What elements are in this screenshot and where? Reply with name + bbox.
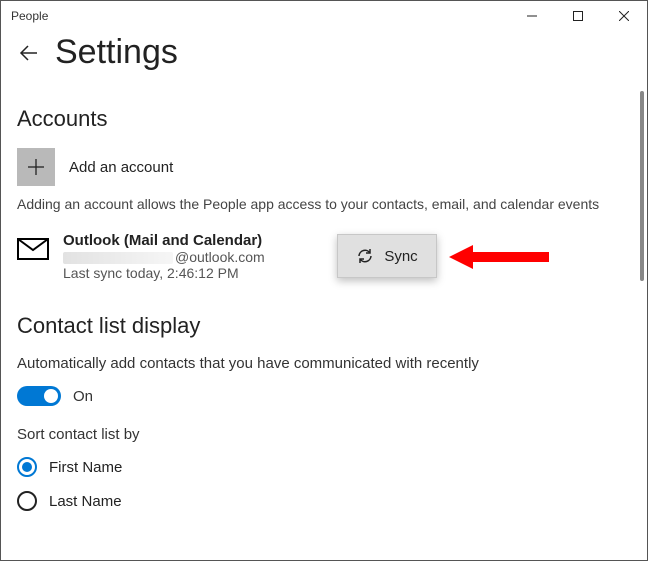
content-area: Accounts Add an account Adding an accoun… [1, 106, 647, 527]
page-header: Settings [1, 31, 647, 84]
auto-add-toggle-row: On [17, 386, 631, 406]
maximize-icon [573, 11, 583, 21]
close-icon [619, 11, 629, 21]
app-title: People [11, 9, 48, 23]
account-email: @outlook.com [63, 249, 265, 265]
account-details: Outlook (Mail and Calendar) @outlook.com… [63, 232, 265, 281]
add-account-button[interactable]: Add an account [17, 148, 631, 186]
mail-icon [17, 238, 49, 265]
toggle-label: On [73, 388, 93, 405]
radio-label: Last Name [49, 493, 122, 510]
redacted-email-user [63, 252, 173, 264]
maximize-button[interactable] [555, 1, 601, 31]
account-name: Outlook (Mail and Calendar) [63, 232, 265, 249]
plus-icon [27, 158, 45, 176]
auto-add-toggle[interactable] [17, 386, 61, 406]
arrow-left-icon [18, 42, 40, 64]
window-controls [509, 1, 647, 31]
title-bar: People [1, 1, 647, 31]
add-account-label: Add an account [69, 159, 173, 176]
toggle-knob [44, 389, 58, 403]
sort-label: Sort contact list by [17, 426, 631, 443]
auto-add-description: Automatically add contacts that you have… [17, 355, 631, 372]
radio-last-name[interactable]: Last Name [17, 491, 631, 511]
close-button[interactable] [601, 1, 647, 31]
minimize-icon [527, 11, 537, 21]
radio-label: First Name [49, 459, 122, 476]
accounts-help-text: Adding an account allows the People app … [17, 196, 631, 212]
account-last-sync: Last sync today, 2:46:12 PM [63, 265, 265, 281]
sync-button[interactable]: Sync [337, 234, 437, 278]
sync-icon [356, 247, 374, 265]
accounts-heading: Accounts [17, 106, 631, 132]
account-email-domain: @outlook.com [175, 249, 265, 265]
radio-icon [17, 491, 37, 511]
radio-first-name[interactable]: First Name [17, 457, 631, 477]
sync-button-label: Sync [384, 248, 417, 265]
page-title: Settings [55, 33, 178, 72]
annotation-arrow [449, 242, 549, 277]
back-button[interactable] [15, 39, 43, 67]
radio-icon [17, 457, 37, 477]
plus-icon-box [17, 148, 55, 186]
account-item[interactable]: Outlook (Mail and Calendar) @outlook.com… [17, 232, 631, 281]
contact-list-heading: Contact list display [17, 313, 631, 339]
minimize-button[interactable] [509, 1, 555, 31]
scrollbar-thumb[interactable] [640, 91, 644, 281]
